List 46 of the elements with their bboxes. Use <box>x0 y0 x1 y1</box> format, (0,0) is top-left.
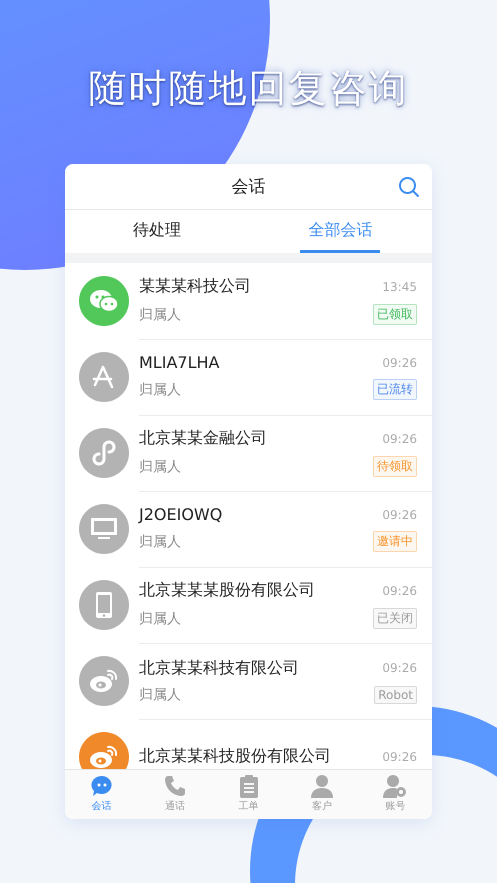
time: 09:26 <box>382 432 417 446</box>
search-icon <box>398 176 420 198</box>
owner-label: 归属人 <box>139 532 181 550</box>
contact-name: J2OEIOWQ <box>139 505 222 524</box>
link-icon <box>92 440 116 466</box>
time: 09:26 <box>382 661 417 675</box>
account-settings-icon <box>383 774 408 798</box>
contact-name: 北京某某某股份有限公司 <box>139 580 315 601</box>
phone-icon <box>163 774 188 798</box>
owner-label: 归属人 <box>139 610 181 628</box>
conversation-item[interactable]: 某某某科技公司 13:45 归属人 已领取 <box>65 263 432 339</box>
status-tag: Robot <box>374 686 417 704</box>
contact-name: 某某某科技公司 <box>139 276 251 297</box>
contact-name: 北京某某科技股份有限公司 <box>139 746 331 767</box>
conversation-item[interactable]: 北京某某金融公司 09:26 归属人 待领取 <box>65 415 432 491</box>
weibo-icon <box>89 668 119 694</box>
contact-name: 北京某某金融公司 <box>139 428 267 449</box>
status-tag: 已流转 <box>373 379 417 400</box>
time: 09:26 <box>382 356 417 370</box>
person-icon <box>310 774 334 798</box>
owner-label: 归属人 <box>139 686 181 704</box>
contact-name: 北京某某科技有限公司 <box>139 658 299 678</box>
search-button[interactable] <box>398 176 420 198</box>
owner-label: 归属人 <box>139 380 181 398</box>
time: 09:26 <box>382 584 417 598</box>
chat-icon <box>89 288 119 314</box>
conversation-item[interactable]: J2OEIOWQ 09:26 归属人 邀请中 <box>65 491 432 567</box>
owner-label: 归属人 <box>139 306 181 324</box>
contact-name: MLIA7LHA <box>139 353 220 372</box>
status-tag: 已领取 <box>373 304 417 325</box>
screen-title: 会话 <box>232 176 266 198</box>
status-tag: 待领取 <box>373 456 417 477</box>
time: 13:45 <box>382 280 417 294</box>
chat-icon <box>90 774 114 798</box>
status-tag: 已关闭 <box>373 608 417 629</box>
clipboard-icon <box>238 774 260 798</box>
time: 09:26 <box>382 508 417 522</box>
monitor-icon <box>90 517 118 541</box>
smartphone-icon <box>95 591 113 619</box>
conversation-item[interactable]: MLIA7LHA 09:26 归属人 已流转 <box>65 339 432 415</box>
conversation-item[interactable]: 北京某某科技有限公司 09:26 归属人 Robot <box>65 643 432 719</box>
conversation-item[interactable]: 北京某某某股份有限公司 09:26 归属人 已关闭 <box>65 567 432 643</box>
status-tag: 邀请中 <box>373 531 417 552</box>
owner-label: 归属人 <box>139 458 181 476</box>
tab[interactable]: 待处理 <box>65 210 248 253</box>
time: 09:26 <box>382 750 417 764</box>
